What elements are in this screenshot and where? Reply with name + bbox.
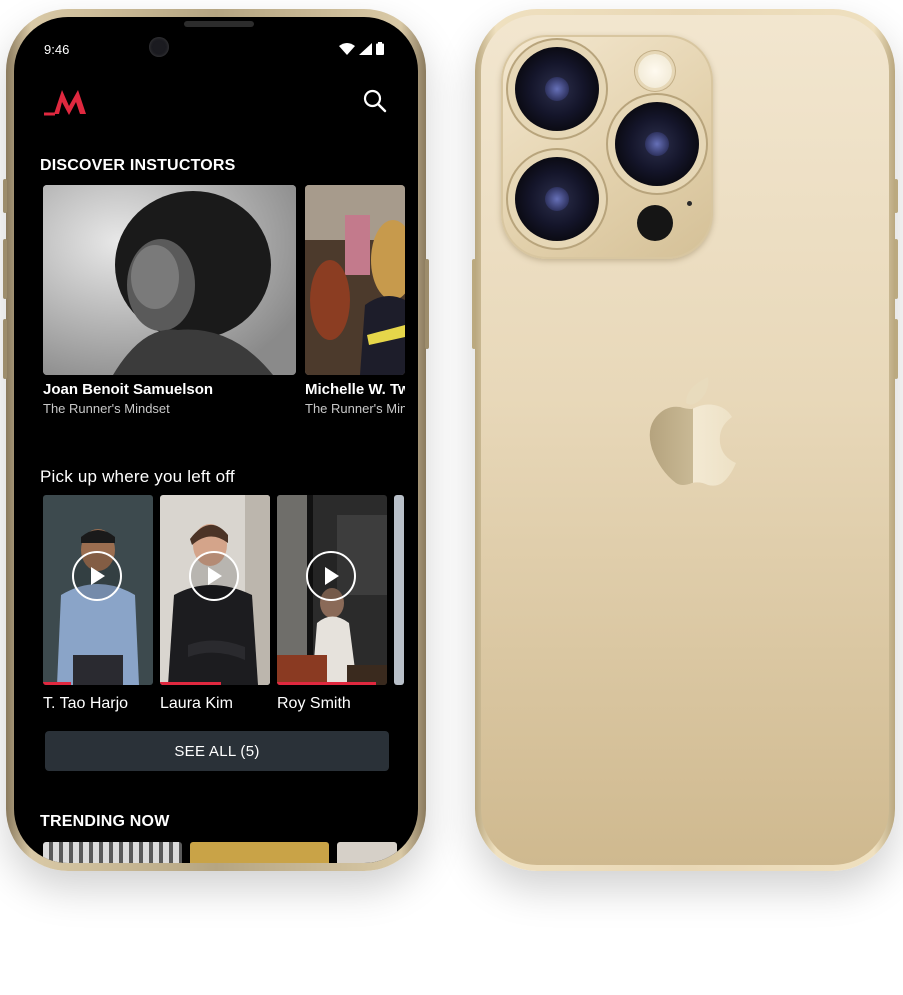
- flash-icon: [638, 54, 672, 88]
- portrait-image: [43, 185, 296, 375]
- play-button[interactable]: [306, 551, 356, 601]
- back-glass: [481, 15, 889, 865]
- play-icon: [91, 567, 105, 585]
- instructor-course: The Runner's Mindset: [43, 401, 170, 416]
- microphone-icon: [687, 201, 692, 206]
- video-card[interactable]: T. Tao Harjo: [43, 495, 153, 713]
- play-icon: [325, 567, 339, 585]
- battery-icon: [376, 42, 384, 55]
- wifi-icon: [339, 42, 355, 55]
- instructor-card[interactable]: Joan Benoit Samuelson The Runner's Minds…: [43, 185, 296, 416]
- video-thumbnail: [43, 495, 153, 685]
- m-logo-icon[interactable]: [42, 85, 90, 117]
- video-instructor-name: T. Tao Harjo: [43, 695, 129, 712]
- back-phone-device: [472, 9, 898, 871]
- play-button[interactable]: [72, 551, 122, 601]
- see-all-button[interactable]: SEE ALL (5): [45, 731, 389, 771]
- trending-thumbnail[interactable]: [190, 842, 329, 863]
- video-thumbnail: [394, 495, 404, 685]
- side-button: [425, 259, 429, 349]
- video-card[interactable]: Laura Kim: [160, 495, 270, 713]
- instructor-name: Joan Benoit Samuelson: [43, 381, 214, 398]
- front-phone-device: 9:46 DISCOVER INSTUCTORS Joan Benoit Sam…: [3, 9, 429, 871]
- trending-carousel[interactable]: [43, 842, 418, 863]
- progress-bar: [160, 682, 221, 685]
- progress-bar: [43, 682, 71, 685]
- video-card[interactable]: [394, 495, 404, 685]
- side-button: [894, 239, 898, 299]
- section-title-continue: Pick up where you left off: [40, 467, 235, 486]
- instructor-carousel[interactable]: Joan Benoit Samuelson The Runner's Minds…: [43, 185, 418, 425]
- progress-bar: [277, 682, 376, 685]
- instructor-photo: [43, 185, 296, 375]
- continue-watching-carousel[interactable]: T. Tao Harjo Laura Kim Roy Smith: [43, 495, 418, 725]
- side-button: [894, 319, 898, 379]
- side-button: [3, 239, 7, 299]
- phone-screen: 9:46 DISCOVER INSTUCTORS Joan Benoit Sam…: [14, 17, 418, 863]
- video-card[interactable]: Roy Smith: [277, 495, 387, 713]
- camera-lens-icon: [515, 47, 599, 131]
- video-instructor-name: Roy Smith: [277, 695, 351, 712]
- signal-icon: [359, 42, 372, 55]
- video-thumbnail: [160, 495, 270, 685]
- app-header: [14, 81, 418, 129]
- instructor-name: Michelle W. Tw: [305, 381, 405, 398]
- apple-logo-icon: [649, 377, 736, 486]
- video-thumbnail: [277, 495, 387, 685]
- camera-module: [501, 35, 713, 259]
- trending-thumbnail[interactable]: [337, 842, 397, 863]
- portrait-image: [305, 185, 405, 375]
- trending-thumbnail[interactable]: [43, 842, 182, 863]
- side-button: [3, 179, 7, 213]
- side-button: [3, 319, 7, 379]
- instructor-course: The Runner's Min: [305, 401, 405, 416]
- section-title-discover: DISCOVER INSTUCTORS: [40, 157, 236, 174]
- status-bar: 9:46: [14, 37, 418, 61]
- video-instructor-name: Laura Kim: [160, 695, 233, 712]
- play-icon: [208, 567, 222, 585]
- search-icon[interactable]: [362, 88, 388, 114]
- instructor-photo: [305, 185, 405, 375]
- side-button: [894, 179, 898, 213]
- play-button[interactable]: [189, 551, 239, 601]
- side-button: [472, 259, 476, 349]
- status-icons: [339, 42, 384, 55]
- instructor-card[interactable]: Michelle W. Tw The Runner's Min: [305, 185, 418, 416]
- status-time: 9:46: [44, 42, 70, 57]
- section-title-trending: TRENDING NOW: [40, 813, 170, 830]
- camera-lens-icon: [515, 157, 599, 241]
- earpiece-speaker: [184, 21, 254, 27]
- camera-lens-icon: [615, 102, 699, 186]
- front-camera-icon: [149, 37, 169, 57]
- lidar-sensor-icon: [637, 205, 673, 241]
